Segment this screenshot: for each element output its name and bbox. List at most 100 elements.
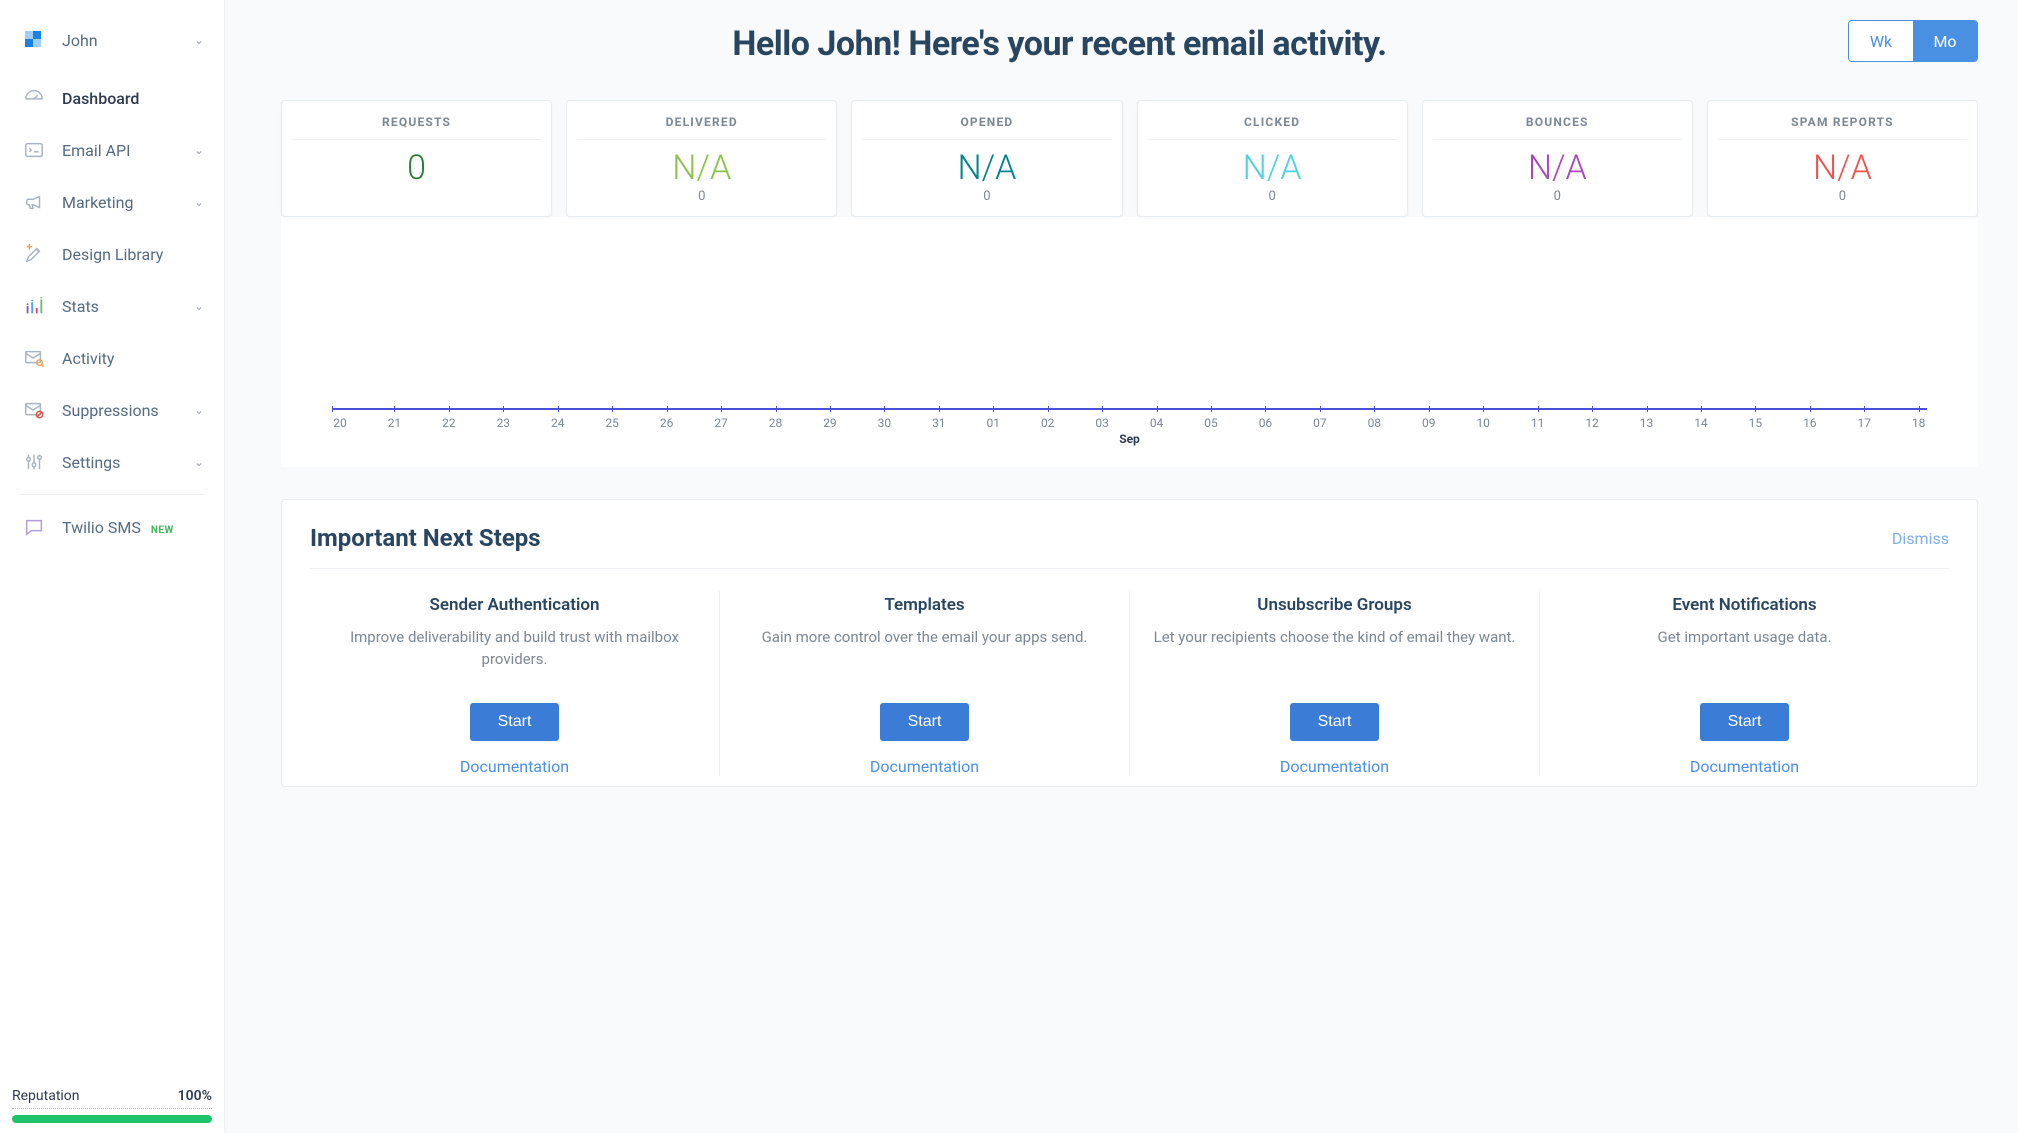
stat-clicked[interactable]: CLICKED N/A 0 (1137, 100, 1408, 217)
sidebar-item-design-library[interactable]: Design Library (0, 228, 224, 280)
next-step-card: Event Notifications Get important usage d… (1540, 591, 1949, 776)
activity-chart: 2021222324252627282930310102030405060708… (281, 217, 1978, 467)
logo-icon (22, 28, 46, 52)
chart-tick: 28 (766, 416, 786, 430)
chevron-down-icon: ⌄ (194, 33, 204, 47)
chart-tick: 31 (929, 416, 949, 430)
sidebar-item-label: Activity (62, 349, 204, 368)
next-step-card: TemplatesGain more control over the emai… (720, 591, 1130, 776)
next-steps-panel: Important Next Steps Dismiss Sender Auth… (281, 499, 1978, 787)
chart-x-axis (332, 408, 1927, 410)
stat-opened[interactable]: OPENED N/A 0 (851, 100, 1122, 217)
stat-value: N/A (1718, 150, 1967, 187)
documentation-link[interactable]: Documentation (1148, 757, 1521, 776)
chart-tick: 24 (548, 416, 568, 430)
stat-delivered[interactable]: DELIVERED N/A 0 (566, 100, 837, 217)
stat-title: OPENED (862, 115, 1111, 140)
sidebar-item-label: Stats (62, 297, 194, 316)
design-icon (22, 242, 46, 266)
sidebar-item-suppressions[interactable]: Suppressions ⌄ (0, 384, 224, 436)
stat-value: 0 (292, 150, 541, 187)
sidebar-item-stats[interactable]: Stats ⌄ (0, 280, 224, 332)
chart-tick: 10 (1473, 416, 1493, 430)
chart-tick: 23 (493, 416, 513, 430)
reputation-bar (12, 1115, 212, 1123)
next-step-card: Sender AuthenticationImprove deliverabil… (310, 591, 720, 776)
stats-row: REQUESTS 0 DELIVERED N/A 0 OPENED N/A 0 … (281, 100, 1978, 217)
toggle-week[interactable]: Wk (1849, 21, 1913, 61)
chart-ticks: 2021222324252627282930310102030405060708… (330, 416, 1929, 430)
chart-tick: 20 (330, 416, 350, 430)
sliders-icon (22, 450, 46, 474)
stat-spam[interactable]: SPAM REPORTS N/A 0 (1707, 100, 1978, 217)
stat-value: N/A (862, 150, 1111, 187)
mail-search-icon (22, 346, 46, 370)
start-button[interactable]: Start (880, 703, 970, 741)
next-step-desc: Gain more control over the email your ap… (738, 627, 1111, 697)
next-step-desc: Get important usage data. (1558, 627, 1931, 697)
megaphone-icon (22, 190, 46, 214)
start-button[interactable]: Start (1700, 703, 1790, 741)
stat-bounces[interactable]: BOUNCES N/A 0 (1422, 100, 1693, 217)
chevron-down-icon: ⌄ (194, 195, 204, 209)
documentation-link[interactable]: Documentation (328, 757, 701, 776)
stat-sub: 0 (1148, 189, 1397, 204)
sidebar-item-marketing[interactable]: Marketing ⌄ (0, 176, 224, 228)
account-switcher[interactable]: John ⌄ (0, 20, 224, 72)
stat-title: CLICKED (1148, 115, 1397, 140)
next-step-title: Event Notifications (1558, 595, 1931, 615)
next-step-desc: Let your recipients choose the kind of e… (1148, 627, 1521, 697)
stat-sub: 0 (1718, 189, 1967, 204)
start-button[interactable]: Start (1290, 703, 1380, 741)
gauge-icon (22, 86, 46, 110)
chart-tick: 12 (1582, 416, 1602, 430)
account-name: John (62, 31, 194, 50)
stat-sub: 0 (577, 189, 826, 204)
sidebar-item-label: Email API (62, 141, 194, 160)
chart-month-label: Sep (282, 432, 1977, 446)
sidebar-item-email-api[interactable]: Email API ⌄ (0, 124, 224, 176)
chart-tick: 18 (1909, 416, 1929, 430)
reputation-label: Reputation (12, 1088, 80, 1104)
page-title: Hello John! Here's your recent email act… (281, 20, 1838, 64)
chevron-down-icon: ⌄ (194, 143, 204, 157)
chart-tick: 30 (874, 416, 894, 430)
chart-tick: 29 (820, 416, 840, 430)
chart-tick: 21 (384, 416, 404, 430)
chart-tick: 01 (983, 416, 1003, 430)
stat-value: N/A (1148, 150, 1397, 187)
chart-tick: 11 (1528, 416, 1548, 430)
new-badge: NEW (151, 525, 174, 536)
chart-tick: 05 (1201, 416, 1221, 430)
sidebar-item-dashboard[interactable]: Dashboard (0, 72, 224, 124)
chart-tick: 08 (1364, 416, 1384, 430)
documentation-link[interactable]: Documentation (738, 757, 1111, 776)
timeframe-toggle: Wk Mo (1848, 20, 1978, 62)
documentation-link[interactable]: Documentation (1558, 757, 1931, 776)
chart-tick: 02 (1038, 416, 1058, 430)
dismiss-link[interactable]: Dismiss (1892, 529, 1949, 548)
chart-tick: 16 (1800, 416, 1820, 430)
sidebar-item-label: Settings (62, 453, 194, 472)
sidebar-item-activity[interactable]: Activity (0, 332, 224, 384)
reputation-widget[interactable]: Reputation 100% (0, 1080, 224, 1133)
chart-tick: 13 (1637, 416, 1657, 430)
sidebar-item-settings[interactable]: Settings ⌄ (0, 436, 224, 488)
stat-value: N/A (577, 150, 826, 187)
stat-title: BOUNCES (1433, 115, 1682, 140)
chart-tick: 27 (711, 416, 731, 430)
stat-value: N/A (1433, 150, 1682, 187)
terminal-icon (22, 138, 46, 162)
chart-tick: 14 (1691, 416, 1711, 430)
chart-tick: 07 (1310, 416, 1330, 430)
sidebar: John ⌄ Dashboard Email API ⌄ (0, 0, 225, 1133)
stat-requests[interactable]: REQUESTS 0 (281, 100, 552, 217)
next-step-card: Unsubscribe GroupsLet your recipients ch… (1130, 591, 1540, 776)
chat-icon (22, 515, 46, 539)
sidebar-item-twilio-sms[interactable]: Twilio SMS NEW (0, 501, 224, 553)
start-button[interactable]: Start (470, 703, 560, 741)
sidebar-item-label: Marketing (62, 193, 194, 212)
toggle-month[interactable]: Mo (1913, 21, 1977, 61)
stat-title: DELIVERED (577, 115, 826, 140)
chart-tick: 25 (602, 416, 622, 430)
